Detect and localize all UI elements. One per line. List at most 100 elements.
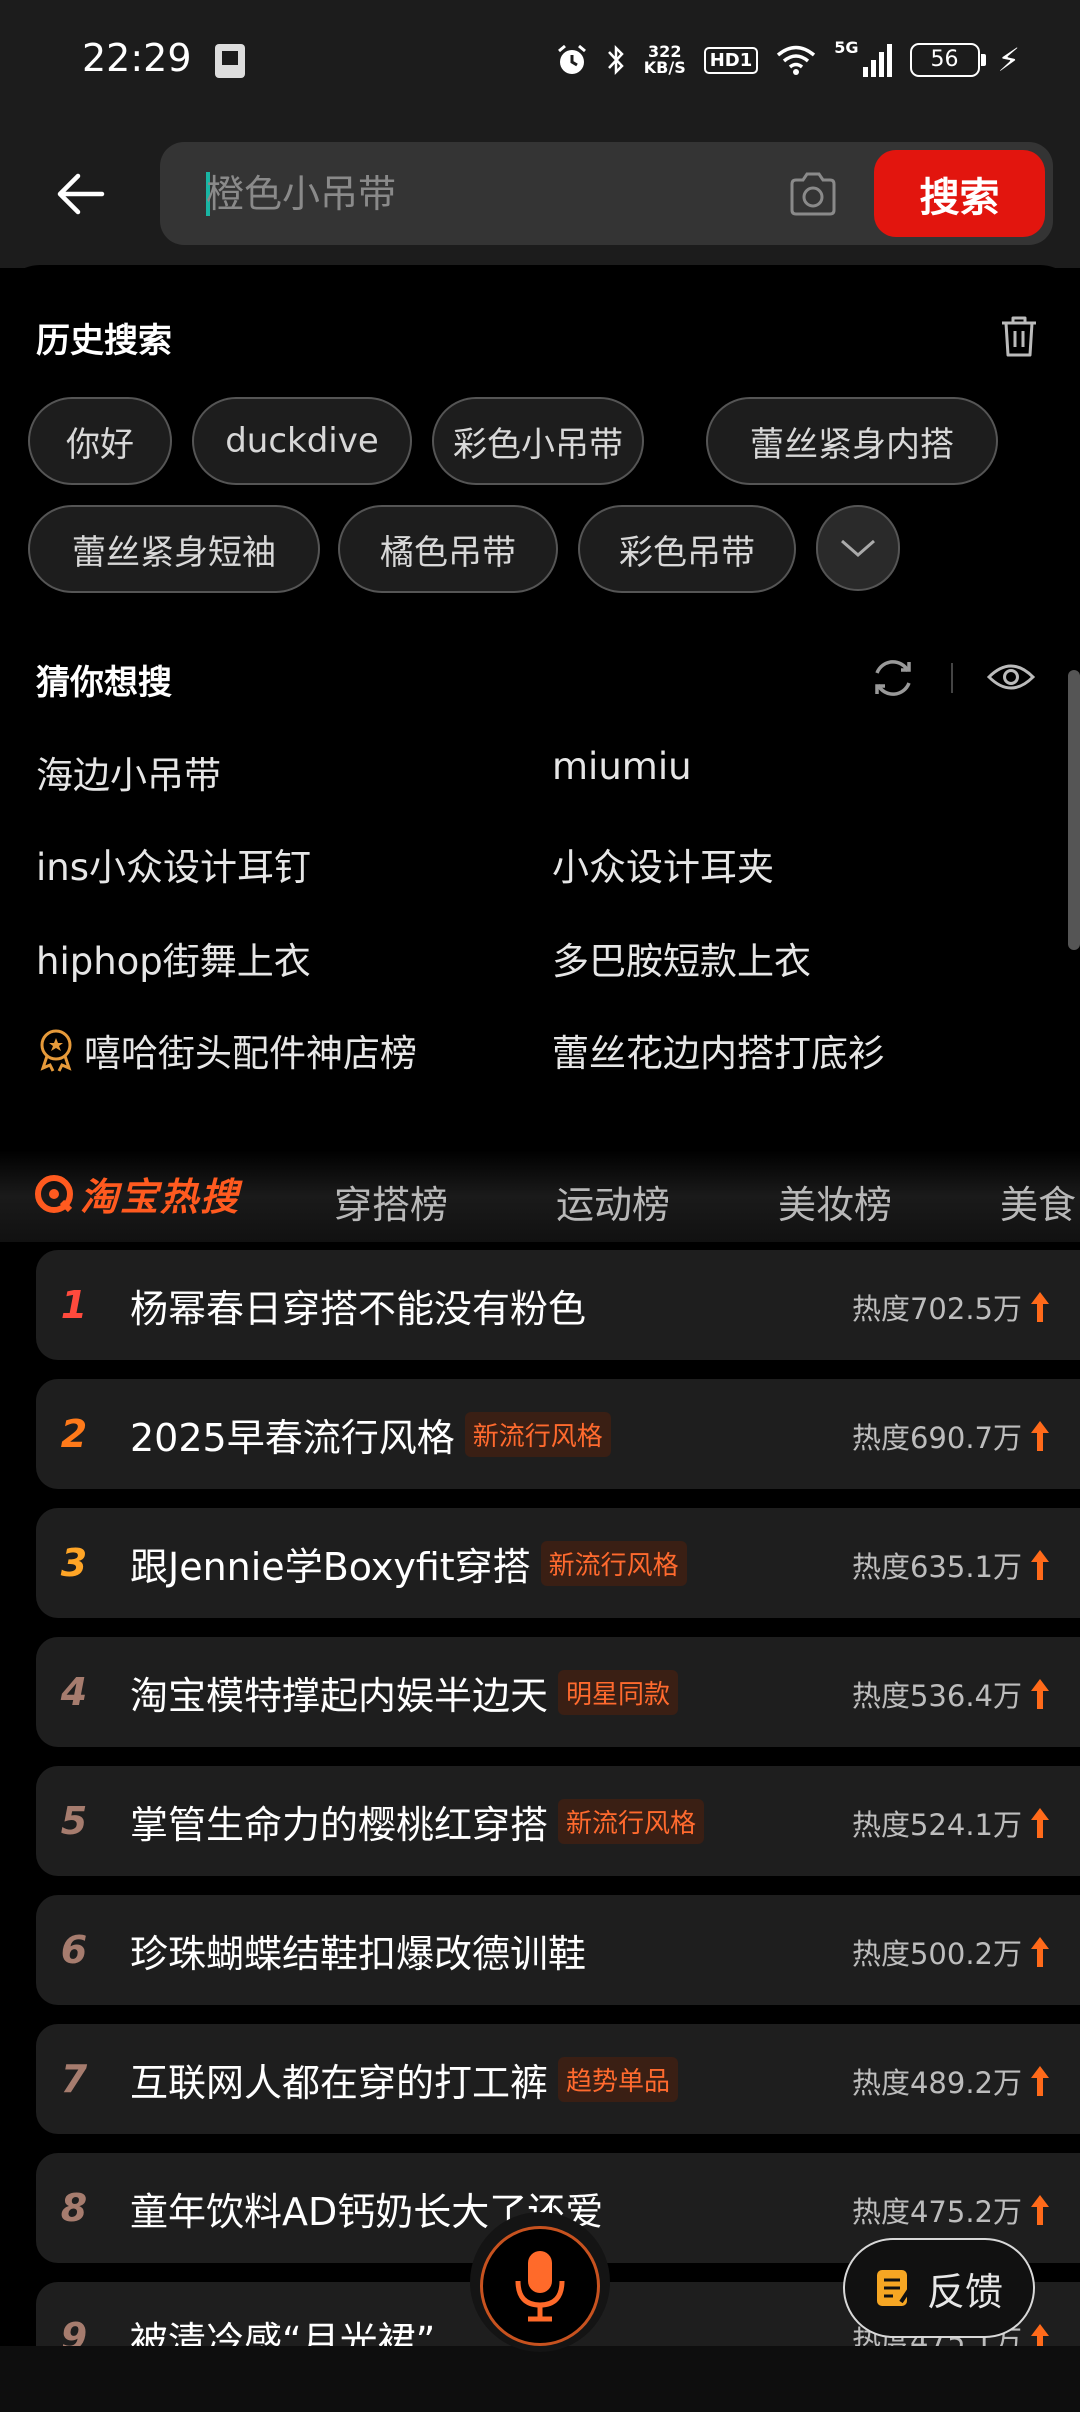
rank-title: 珍珠蝴蝶结鞋扣爆改德训鞋 [130,1931,587,1976]
heat-value: 热度635.1万 [852,1544,1050,1586]
history-chip[interactable]: duckdive [192,397,412,485]
history-chip[interactable]: 彩色吊带 [578,505,796,593]
up-arrow-icon [1031,1679,1049,1709]
search-input[interactable] [206,156,766,232]
heat-value: 热度489.2万 [852,2060,1050,2102]
eye-icon[interactable] [986,657,1036,697]
guess-item[interactable]: ins小众设计耳钉 [36,837,311,891]
rank-title: 掌管生命力的樱桃红穿搭 [130,1802,549,1847]
hd-badge: HD1 [703,46,759,74]
status-bar: 22:29 322 KB/S HD1 5G 56 ⚡ [0,0,1080,120]
rank-number: 8 [60,2186,88,2230]
up-arrow-icon [1031,2195,1049,2225]
tab-sports[interactable]: 运动榜 [556,1174,670,1229]
up-arrow-icon [1031,1292,1049,1322]
rank-number: 4 [60,1670,88,1714]
heat-value: 热度524.1万 [852,1802,1050,1844]
heat-label: 热度536.4万 [851,1679,1022,1713]
rank-number: 2 [60,1412,88,1456]
history-chip[interactable]: 蕾丝紧身短袖 [28,505,320,593]
rank-tag-badge: 新流行风格 [464,1411,611,1457]
trash-icon[interactable] [998,313,1040,359]
tab-food[interactable]: 美食 [1000,1174,1076,1229]
heat-label: 热度690.7万 [851,1421,1022,1455]
heat-label: 热度489.2万 [851,2066,1022,2100]
scrollbar[interactable] [1068,670,1080,950]
guess-item[interactable]: hiphop街舞上衣 [36,931,311,985]
hot-list-row[interactable]: 7 互联网人都在穿的打工裤 趋势单品 热度489.2万 [36,2024,1080,2134]
search-header: 搜索 [0,120,1080,268]
rank-tabs: 淘宝热搜 穿搭榜 运动榜 美妆榜 美食 [0,1150,1080,1242]
feedback-icon [876,2270,911,2306]
tab-outfit[interactable]: 穿搭榜 [334,1174,448,1229]
rank-title: 杨幂春日穿搭不能没有粉色 [130,1286,587,1331]
heat-label: 热度524.1万 [851,1808,1022,1842]
wifi-icon [777,45,816,75]
up-arrow-icon [1031,1808,1049,1838]
heat-label: 热度500.2万 [851,1937,1022,1971]
medal-icon [40,1029,72,1072]
rank-title: 淘宝模特撑起内娱半边天 [130,1673,549,1718]
status-icons: 322 KB/S HD1 5G 56 ⚡ [556,38,1020,82]
signal-icon [862,43,892,77]
guess-item[interactable]: 多巴胺短款上衣 [552,931,811,985]
back-arrow-icon[interactable] [52,166,108,222]
up-arrow-icon [1031,1550,1049,1580]
guess-title: 猜你想搜 [36,663,172,703]
guess-item[interactable]: 海边小吊带 [36,745,221,799]
hot-list-row[interactable]: 5 掌管生命力的樱桃红穿搭 新流行风格 热度524.1万 [36,1766,1080,1876]
net-speed: 322 KB/S [643,42,686,77]
battery-icon: 56 [909,43,986,77]
rank-title: 2025早春流行风格 [130,1415,455,1460]
hot-list-row[interactable]: 4 淘宝模特撑起内娱半边天 明星同款 热度536.4万 [36,1637,1080,1747]
tab-beauty[interactable]: 美妆榜 [778,1174,892,1229]
hot-list-row[interactable]: 1 杨幂春日穿搭不能没有粉色 热度702.5万 [36,1250,1080,1360]
up-arrow-icon [1031,1937,1049,1967]
guess-item[interactable]: miumiu [552,745,692,788]
heat-value: 热度690.7万 [852,1415,1050,1457]
hot-list-row[interactable]: 3 跟Jennie学Boxyfit穿搭 新流行风格 热度635.1万 [36,1508,1080,1618]
rank-number: 7 [60,2057,88,2101]
history-chip[interactable]: 你好 [28,397,172,485]
guess-item[interactable]: 小众设计耳夹 [552,837,774,891]
guess-item[interactable]: 蕾丝花边内搭打底衫 [552,1023,885,1077]
camera-icon[interactable] [786,168,840,220]
feedback-label: 反馈 [926,2269,1003,2314]
guess-item-featured[interactable]: 嘻哈街头配件神店榜 [36,1023,417,1077]
microphone-icon [515,2251,565,2322]
guess-item-label: 嘻哈街头配件神店榜 [84,1032,417,1075]
expand-history-button[interactable] [816,505,900,591]
rank-tag-badge: 新流行风格 [540,1540,687,1586]
network-type: 5G [834,38,859,57]
rank-tag-badge: 新流行风格 [558,1798,705,1844]
charging-icon: ⚡ [997,41,1020,79]
status-time: 22:29 [82,36,192,80]
up-arrow-icon [1031,2066,1049,2096]
rank-tag-badge: 趋势单品 [558,2056,679,2102]
bluetooth-icon [607,44,624,76]
history-chip[interactable]: 蕾丝紧身内搭 [706,397,998,485]
hot-list-row[interactable]: 2 2025早春流行风格 新流行风格 热度690.7万 [36,1379,1080,1489]
history-chip[interactable]: 橘色吊带 [338,505,558,593]
alarm-icon [557,44,586,74]
heat-label: 热度702.5万 [851,1292,1022,1326]
refresh-icon[interactable] [868,653,918,703]
tab-taobao-hot-label: 淘宝热搜 [80,1175,241,1219]
history-title: 历史搜索 [36,321,172,361]
hot-list-row[interactable]: 6 珍珠蝴蝶结鞋扣爆改德训鞋 热度500.2万 [36,1895,1080,2005]
search-box: 搜索 [160,142,1053,245]
up-arrow-icon [1031,1421,1049,1451]
voice-search-button[interactable] [480,2226,600,2346]
feedback-button[interactable]: 反馈 [843,2238,1035,2338]
heat-value: 热度475.2万 [852,2189,1050,2231]
sim-card-icon [215,44,245,78]
chevron-down-icon [841,539,875,557]
rank-tag-badge: 明星同款 [558,1669,679,1715]
search-button[interactable]: 搜索 [874,150,1045,237]
tab-taobao-hot[interactable]: 淘宝热搜 [34,1166,240,1221]
history-chip[interactable]: 彩色小吊带 [432,397,644,485]
rank-number: 6 [60,1928,88,1972]
heat-value: 热度536.4万 [852,1673,1050,1715]
rank-number: 1 [60,1283,88,1327]
heat-label: 热度635.1万 [851,1550,1022,1584]
